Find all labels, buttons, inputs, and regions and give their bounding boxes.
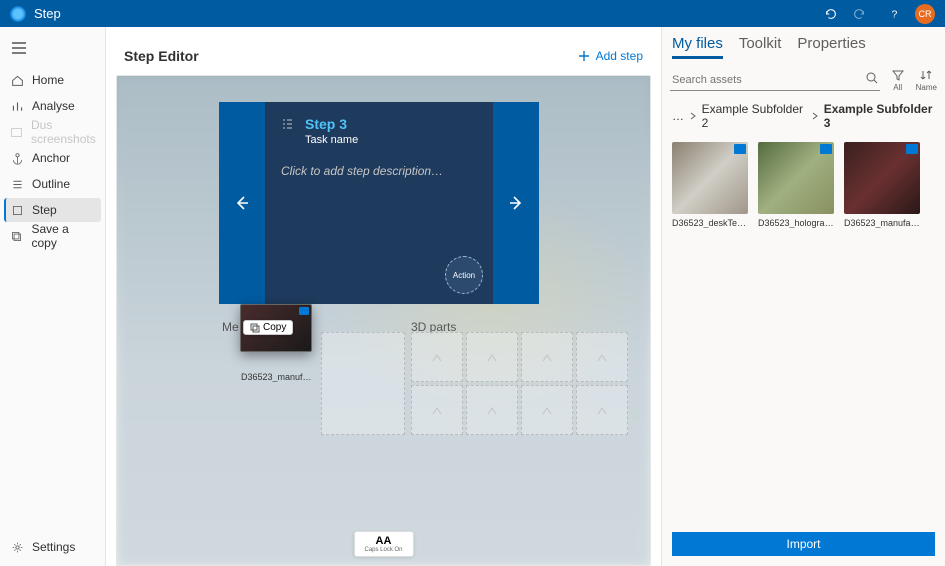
breadcrumb-root[interactable]: … bbox=[672, 109, 684, 123]
import-button[interactable]: Import bbox=[672, 532, 935, 556]
sidebar-item-home[interactable]: Home bbox=[4, 68, 101, 92]
svg-text:?: ? bbox=[892, 8, 898, 20]
tab-toolkit[interactable]: Toolkit bbox=[739, 35, 782, 59]
asset-grid: D36523_deskTeams_... D36523_hologram_w..… bbox=[662, 134, 945, 236]
search-input[interactable] bbox=[670, 70, 880, 90]
image-badge-icon bbox=[820, 144, 832, 154]
asset-item[interactable]: D36523_deskTeams_... bbox=[672, 142, 748, 228]
media-slot-primary[interactable] bbox=[321, 332, 405, 435]
image-badge-icon bbox=[906, 144, 918, 154]
asset-thumbnail bbox=[844, 142, 920, 214]
sidebar-item-label: Outline bbox=[32, 177, 70, 191]
breadcrumb-item[interactable]: Example Subfolder 2 bbox=[702, 102, 806, 130]
step-description-placeholder[interactable]: Click to add step description… bbox=[281, 164, 477, 178]
gear-icon bbox=[10, 541, 24, 554]
app-icon bbox=[10, 6, 26, 22]
caps-glyph: AA bbox=[364, 535, 402, 547]
add-step-label: Add step bbox=[596, 49, 643, 63]
breadcrumb: … Example Subfolder 2 Example Subfolder … bbox=[662, 98, 945, 134]
sort-label: Name bbox=[916, 83, 937, 92]
window-title: Step bbox=[34, 6, 815, 21]
sidebar-item-outline[interactable]: Outline bbox=[4, 172, 101, 196]
caps-text: Caps Lock On bbox=[364, 547, 402, 553]
tab-properties[interactable]: Properties bbox=[797, 35, 865, 59]
media-slot[interactable] bbox=[521, 385, 573, 435]
step-icon bbox=[10, 204, 24, 217]
sidebar-item-settings[interactable]: Settings bbox=[4, 535, 101, 559]
chevron-right-icon bbox=[812, 112, 818, 120]
search-field[interactable] bbox=[670, 70, 880, 91]
asset-item[interactable]: D36523_manufacturi... bbox=[844, 142, 920, 228]
right-panel: My files Toolkit Properties All Name … E… bbox=[661, 27, 945, 566]
media-slot[interactable] bbox=[466, 332, 518, 382]
caps-lock-indicator: AA Caps Lock On bbox=[353, 531, 413, 557]
list-icon bbox=[281, 118, 295, 130]
asset-name: D36523_deskTeams_... bbox=[672, 218, 748, 228]
sidebar-item-label: Anchor bbox=[32, 151, 70, 165]
media-slot[interactable] bbox=[576, 385, 628, 435]
sidebar-item-screenshots: Dus screenshots bbox=[4, 120, 101, 144]
asset-name: D36523_manufacturi... bbox=[844, 218, 920, 228]
sort-icon bbox=[920, 69, 932, 81]
dragged-asset-name: D36523_manufacturi... bbox=[241, 372, 313, 382]
copy-icon bbox=[250, 323, 260, 333]
tab-my-files[interactable]: My files bbox=[672, 35, 723, 59]
action-button[interactable]: Action bbox=[445, 256, 483, 294]
step-card: Step 3 Task name Click to add step descr… bbox=[219, 102, 539, 304]
help-button[interactable]: ? bbox=[883, 2, 907, 26]
sidebar-item-save-copy[interactable]: Save a copy bbox=[4, 224, 101, 248]
asset-name: D36523_hologram_w... bbox=[758, 218, 834, 228]
sidebar: Home Analyse Dus screenshots Anchor Outl… bbox=[0, 27, 106, 566]
panel-tabs: My files Toolkit Properties bbox=[662, 27, 945, 63]
editor-canvas: Step 3 Task name Click to add step descr… bbox=[116, 75, 651, 566]
sidebar-item-analyse[interactable]: Analyse bbox=[4, 94, 101, 118]
avatar[interactable]: CR bbox=[915, 4, 935, 24]
prev-step-button[interactable] bbox=[219, 102, 265, 304]
sidebar-item-label: Settings bbox=[32, 540, 75, 554]
filter-icon bbox=[892, 69, 904, 81]
next-step-button[interactable] bbox=[493, 102, 539, 304]
chevron-right-icon bbox=[690, 112, 696, 120]
search-icon bbox=[866, 72, 878, 84]
editor-title: Step Editor bbox=[124, 48, 199, 64]
sidebar-item-label: Home bbox=[32, 73, 64, 87]
redo-button[interactable] bbox=[847, 2, 871, 26]
anchor-icon bbox=[10, 152, 24, 165]
sort-button[interactable]: Name bbox=[916, 69, 937, 92]
sidebar-item-anchor[interactable]: Anchor bbox=[4, 146, 101, 170]
media-slot[interactable] bbox=[466, 385, 518, 435]
copy-icon bbox=[10, 230, 23, 243]
breadcrumb-current: Example Subfolder 3 bbox=[824, 102, 935, 130]
titlebar: Step ? CR bbox=[0, 0, 945, 27]
editor-pane: Step Editor Add step Step 3 Task name bbox=[106, 27, 661, 566]
step-number[interactable]: Step 3 bbox=[305, 116, 358, 132]
asset-thumbnail bbox=[758, 142, 834, 214]
hamburger-button[interactable] bbox=[4, 33, 34, 63]
asset-item[interactable]: D36523_hologram_w... bbox=[758, 142, 834, 228]
copy-indicator: Copy bbox=[243, 320, 293, 335]
home-icon bbox=[10, 74, 24, 87]
media-slot[interactable] bbox=[411, 385, 463, 435]
asset-thumbnail bbox=[672, 142, 748, 214]
filter-label: All bbox=[893, 83, 902, 92]
sidebar-item-label: Save a copy bbox=[31, 222, 95, 250]
undo-button[interactable] bbox=[819, 2, 843, 26]
media-slot[interactable] bbox=[521, 332, 573, 382]
image-icon bbox=[10, 126, 23, 139]
filter-button[interactable]: All bbox=[888, 69, 908, 92]
media-slot[interactable] bbox=[576, 332, 628, 382]
add-step-button[interactable]: Add step bbox=[578, 49, 643, 63]
sidebar-item-label: Dus screenshots bbox=[31, 118, 96, 146]
task-name[interactable]: Task name bbox=[305, 134, 358, 146]
media-slot[interactable] bbox=[411, 332, 463, 382]
image-badge-icon bbox=[734, 144, 746, 154]
sidebar-item-step[interactable]: Step bbox=[4, 198, 101, 222]
plus-icon bbox=[578, 50, 590, 62]
sidebar-item-label: Analyse bbox=[32, 99, 75, 113]
analyse-icon bbox=[10, 100, 24, 113]
outline-icon bbox=[10, 178, 24, 191]
sidebar-item-label: Step bbox=[32, 203, 57, 217]
